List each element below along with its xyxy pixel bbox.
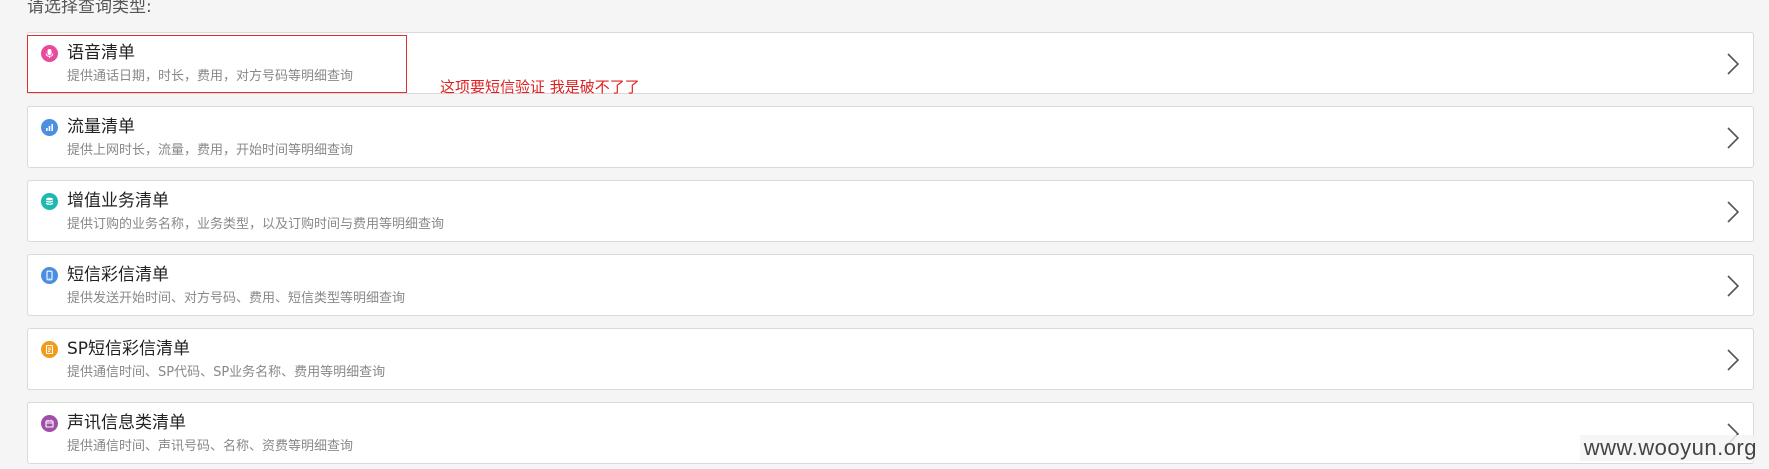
query-item-value-added[interactable]: 增值业务清单 提供订购的业务名称，业务类型，以及订购时间与费用等明细查询 — [27, 180, 1754, 242]
phone-icon — [41, 267, 58, 284]
chevron-right-icon — [1727, 127, 1740, 149]
chevron-right-icon — [1727, 349, 1740, 371]
query-item-data[interactable]: 流量清单 提供上网时长，流量，费用，开始时间等明细查询 — [27, 106, 1754, 168]
stack-icon — [41, 193, 58, 210]
item-description: 提供订购的业务名称，业务类型，以及订购时间与费用等明细查询 — [67, 217, 445, 232]
query-item-sms-mms[interactable]: 短信彩信清单 提供发送开始时间、对方号码、费用、短信类型等明细查询 — [27, 254, 1754, 316]
document-icon — [41, 341, 58, 358]
query-item-voice-info[interactable]: 声讯信息类清单 提供通信时间、声讯号码、名称、资费等明细查询 — [27, 402, 1754, 464]
query-type-prompt: 请选择查询类型: — [27, 0, 152, 17]
item-title: SP短信彩信清单 — [67, 339, 191, 359]
item-description: 提供发送开始时间、对方号码、费用、短信类型等明细查询 — [67, 291, 406, 306]
calendar-icon — [41, 415, 58, 432]
microphone-icon — [41, 45, 58, 62]
chevron-right-icon — [1727, 275, 1740, 297]
item-description: 提供通话日期，时长，费用，对方号码等明细查询 — [67, 69, 354, 84]
item-description: 提供上网时长，流量，费用，开始时间等明细查询 — [67, 143, 354, 158]
item-description: 提供通信时间、声讯号码、名称、资费等明细查询 — [67, 439, 354, 454]
query-item-voice[interactable]: 语音清单 提供通话日期，时长，费用，对方号码等明细查询 — [27, 32, 1754, 94]
item-title: 声讯信息类清单 — [67, 413, 186, 433]
annotation-text: 这项要短信验证 我是破不了了 — [440, 78, 640, 96]
page: 请选择查询类型: 语音清单 提供通话日期，时长，费用，对方号码等明细查询 流量清… — [0, 0, 1769, 469]
item-description: 提供通信时间、SP代码、SP业务名称、费用等明细查询 — [67, 365, 386, 380]
item-title: 语音清单 — [67, 43, 135, 63]
item-title: 流量清单 — [67, 117, 135, 137]
query-item-sp-sms-mms[interactable]: SP短信彩信清单 提供通信时间、SP代码、SP业务名称、费用等明细查询 — [27, 328, 1754, 390]
watermark: www.wooyun.org — [1579, 435, 1761, 461]
item-title: 增值业务清单 — [67, 191, 169, 211]
item-title: 短信彩信清单 — [67, 265, 169, 285]
bar-chart-icon — [41, 119, 58, 136]
chevron-right-icon — [1727, 201, 1740, 223]
chevron-right-icon — [1727, 53, 1740, 75]
